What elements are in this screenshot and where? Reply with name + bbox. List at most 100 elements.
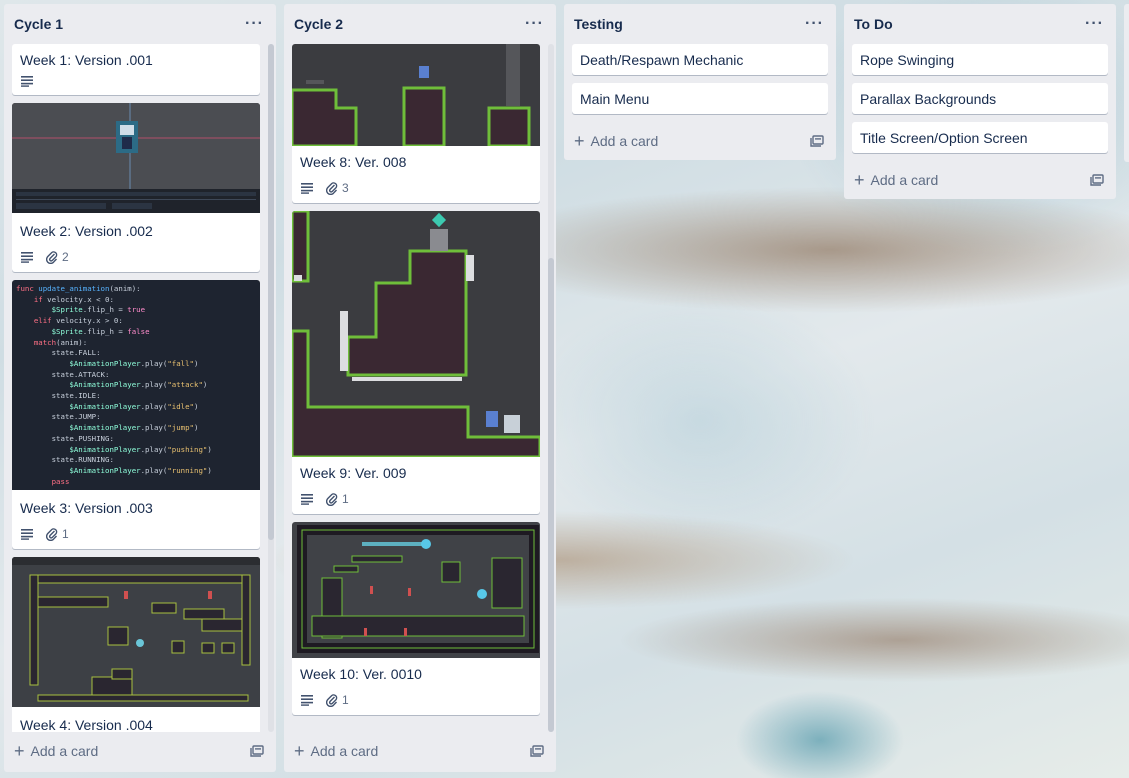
card-title: Main Menu [580, 91, 650, 107]
scrollbar-thumb[interactable] [548, 258, 554, 732]
card-week-9[interactable]: Week 9: Ver. 009 1 [292, 211, 540, 514]
code-line: state.IDLE: [16, 391, 101, 401]
code-line: state.FALL: [16, 348, 101, 358]
list-title[interactable]: Cycle 1 [12, 16, 63, 32]
list-header[interactable]: Cycle 1 ··· [4, 4, 276, 44]
card-week-10[interactable]: Week 10: Ver. 0010 1 [292, 522, 540, 715]
card-title: Week 2: Version .002 [20, 223, 153, 239]
attachment-badge: 1 [326, 693, 349, 707]
card-week-3[interactable]: func update_animation(anim): if velocity… [12, 280, 260, 549]
card-week-1[interactable]: Week 1: Version .001 [12, 44, 260, 95]
code-line: elif velocity.x > 0: [33, 316, 123, 326]
list-header[interactable]: Cycle 2 ··· [284, 4, 556, 44]
card-week-2[interactable]: Week 2: Version .002 2 [12, 103, 260, 272]
code-line: $AnimationPlayer.play("fall") [69, 358, 199, 368]
ellipsis-icon[interactable]: ··· [1085, 15, 1104, 33]
list-testing: Testing ··· Death/Respawn Mechanic Main … [564, 4, 836, 160]
add-card-button[interactable]: + Add a card [14, 741, 99, 761]
card-parallax-backgrounds[interactable]: Parallax Backgrounds [852, 83, 1108, 114]
code-line: $AnimationPlayer.play("jump") [69, 423, 199, 433]
card-cover-image [292, 211, 540, 459]
card-title: Week 4: Version .004 [20, 717, 153, 732]
card-template-icon[interactable] [530, 745, 544, 757]
godot-editor-screenshot [12, 103, 260, 213]
code-line: match(anim): [33, 337, 88, 347]
card-cover-image [12, 557, 260, 707]
attachment-badge: 1 [326, 492, 349, 506]
card-title: Week 8: Ver. 008 [300, 154, 407, 170]
code-line: pass [51, 476, 70, 486]
card-rope-swinging[interactable]: Rope Swinging [852, 44, 1108, 75]
level-screenshot [292, 211, 540, 459]
card-main-menu[interactable]: Main Menu [572, 83, 828, 114]
list-header[interactable]: Testing ··· [564, 4, 836, 44]
plus-icon: + [854, 170, 865, 190]
card-badges: 2 [12, 246, 260, 272]
plus-icon: + [14, 741, 25, 761]
code-line: $Sprite.flip_h = true [51, 305, 146, 315]
plus-icon: + [574, 131, 585, 151]
code-line: $Sprite.flip_h = false [51, 326, 150, 336]
list-title[interactable]: To Do [852, 16, 893, 32]
ellipsis-icon[interactable]: ··· [245, 15, 264, 33]
card-cover-image [292, 44, 540, 148]
paperclip-icon [326, 181, 338, 195]
card-title: Week 10: Ver. 0010 [300, 666, 422, 682]
list-header[interactable]: To Do ··· [844, 4, 1116, 44]
card-list: Week 1: Version .001 Week 2: Version .00… [4, 44, 276, 732]
description-icon [300, 694, 314, 706]
card-week-8[interactable]: Week 8: Ver. 008 3 [292, 44, 540, 203]
attachment-badge: 3 [326, 181, 349, 195]
add-card-button[interactable]: + Add a card [574, 131, 659, 151]
ellipsis-icon[interactable]: ··· [805, 15, 824, 33]
list-partial-offscreen[interactable] [1124, 4, 1129, 162]
add-card-button[interactable]: + Add a card [854, 170, 939, 190]
card-title: Week 3: Version .003 [20, 500, 153, 516]
add-card-button[interactable]: + Add a card [294, 741, 378, 761]
list-title[interactable]: Cycle 2 [292, 16, 343, 32]
card-title: Week 9: Ver. 009 [300, 465, 407, 481]
card-template-icon[interactable] [1090, 174, 1104, 186]
card-death-respawn[interactable]: Death/Respawn Mechanic [572, 44, 828, 75]
add-card-label: Add a card [870, 172, 939, 188]
card-list: Death/Respawn Mechanic Main Menu [564, 44, 836, 122]
paperclip-icon [326, 492, 338, 506]
add-card-row: + Add a card [4, 732, 276, 770]
list-cycle-1: Cycle 1 ··· Week 1: Version .001 Week 2:… [4, 4, 276, 772]
add-card-label: Add a card [30, 743, 99, 759]
code-line: state.ATTACK: [16, 369, 110, 379]
card-title: Week 1: Version .001 [20, 52, 153, 68]
description-icon [20, 528, 34, 540]
card-list: Rope Swinging Parallax Backgrounds Title… [844, 44, 1116, 161]
level-map-screenshot [292, 522, 540, 658]
code-line: $AnimationPlayer.play("running") [69, 465, 212, 475]
code-line: state.RUNNING: [16, 455, 114, 465]
card-template-icon[interactable] [250, 745, 264, 757]
card-cover-image [292, 522, 540, 658]
paperclip-icon [46, 250, 58, 264]
code-line: func update_animation(anim): [16, 284, 141, 293]
card-title: Death/Respawn Mechanic [580, 52, 744, 68]
scrollbar-thumb[interactable] [268, 44, 274, 540]
list-to-do: To Do ··· Rope Swinging Parallax Backgro… [844, 4, 1116, 199]
add-card-label: Add a card [590, 133, 659, 149]
card-badges [12, 75, 260, 95]
code-snippet: func update_animation(anim): if velocity… [16, 284, 256, 487]
add-card-row: + Add a card [564, 122, 836, 160]
code-line: $AnimationPlayer.play("pushing") [69, 444, 212, 454]
attachment-badge: 1 [46, 527, 69, 541]
card-title-screen[interactable]: Title Screen/Option Screen [852, 122, 1108, 153]
add-card-row: + Add a card [284, 732, 556, 770]
ellipsis-icon[interactable]: ··· [525, 15, 544, 33]
plus-icon: + [294, 741, 305, 761]
card-cover-image: func update_animation(anim): if velocity… [12, 280, 260, 490]
card-week-4[interactable]: Week 4: Version .004 [12, 557, 260, 732]
description-icon [300, 493, 314, 505]
attachment-count: 3 [342, 181, 349, 195]
card-title: Rope Swinging [860, 52, 955, 68]
card-template-icon[interactable] [810, 135, 824, 147]
card-title: Title Screen/Option Screen [860, 130, 1028, 146]
list-title[interactable]: Testing [572, 16, 623, 32]
code-line: $AnimationPlayer.play("attack") [69, 380, 208, 390]
attachment-count: 2 [62, 250, 69, 264]
